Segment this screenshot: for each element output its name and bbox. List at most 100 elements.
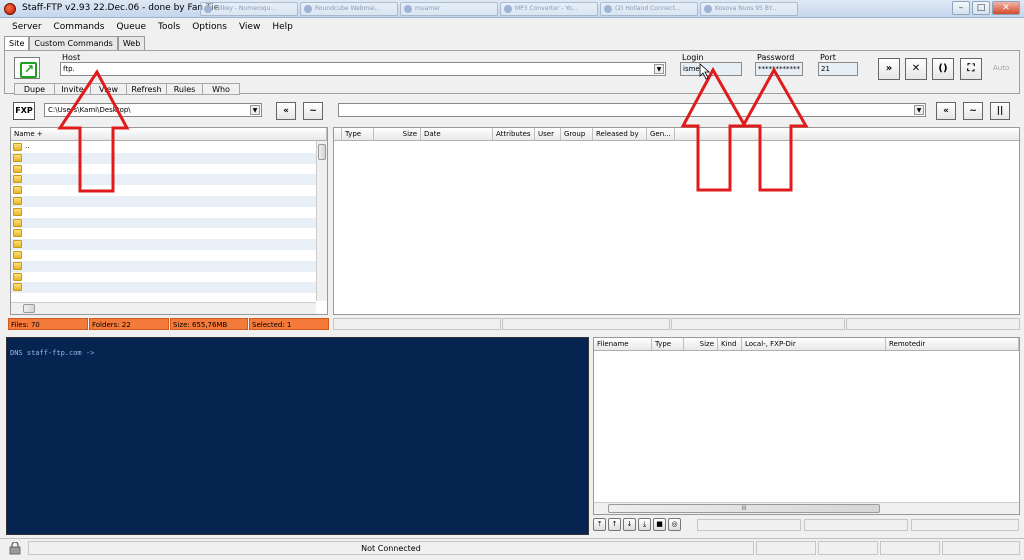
- folder-icon: [13, 164, 22, 173]
- tab-invite[interactable]: Invite: [54, 83, 90, 95]
- load-queue-icon[interactable]: ◎: [668, 518, 681, 531]
- local-path-input[interactable]: C:\Users\Kami\Desktop\ ▼: [44, 103, 262, 117]
- move-top-icon[interactable]: ⤒: [593, 518, 606, 531]
- background-tab[interactable]: muamer: [400, 2, 498, 16]
- move-down-icon[interactable]: ↓: [623, 518, 636, 531]
- host-input[interactable]: ftp. ▼: [60, 62, 666, 76]
- pause-button[interactable]: ||: [990, 102, 1010, 120]
- tab-view[interactable]: View: [90, 83, 126, 95]
- login-input[interactable]: ismet: [680, 62, 742, 76]
- reconnect-button[interactable]: (): [932, 58, 954, 80]
- column-kind[interactable]: Kind: [718, 338, 742, 350]
- local-refresh-button[interactable]: ~: [303, 102, 323, 120]
- list-item[interactable]: [11, 164, 316, 175]
- password-input[interactable]: ************: [755, 62, 803, 76]
- port-input[interactable]: 21: [818, 62, 858, 76]
- remote-status-1: [333, 318, 501, 330]
- maximize-button[interactable]: □: [972, 1, 990, 15]
- column-queue-type[interactable]: Type: [652, 338, 684, 350]
- local-sync-button[interactable]: «: [276, 102, 296, 120]
- minimize-button[interactable]: –: [952, 1, 970, 15]
- list-item[interactable]: [11, 185, 316, 196]
- menu-server[interactable]: Server: [6, 19, 48, 35]
- background-tab[interactable]: Roundcube Webmai...: [300, 2, 398, 16]
- chevron-down-icon[interactable]: ▼: [654, 64, 664, 74]
- list-item[interactable]: [11, 250, 316, 261]
- site-command-tabs: Dupe Invite View Refresh Rules Who: [14, 83, 240, 95]
- scroll-thumb[interactable]: [23, 304, 35, 313]
- menu-queue[interactable]: Queue: [110, 19, 152, 35]
- chevron-down-icon[interactable]: ▼: [914, 105, 924, 115]
- menu-tools[interactable]: Tools: [152, 19, 186, 35]
- transfer-forward-button[interactable]: »: [878, 58, 900, 80]
- tab-dupe[interactable]: Dupe: [14, 83, 54, 95]
- status-segment: [756, 541, 816, 555]
- tab-who[interactable]: Who: [202, 83, 240, 95]
- menu-view[interactable]: View: [233, 19, 266, 35]
- column-size[interactable]: Size: [374, 128, 421, 140]
- menu-help[interactable]: Help: [266, 19, 299, 35]
- local-vertical-scrollbar[interactable]: [316, 141, 327, 301]
- background-tab[interactable]: (2) Holland Connect...: [600, 2, 698, 16]
- save-queue-icon[interactable]: ■: [653, 518, 666, 531]
- auto-toggle[interactable]: Auto: [993, 64, 1009, 72]
- column-released-by[interactable]: Released by: [593, 128, 647, 140]
- fxp-button[interactable]: FXP: [13, 102, 35, 120]
- tab-web[interactable]: Web: [117, 36, 146, 50]
- folder-icon: [13, 283, 22, 292]
- column-user[interactable]: User: [535, 128, 561, 140]
- menu-options[interactable]: Options: [186, 19, 233, 35]
- fullscreen-button[interactable]: ⛶: [960, 58, 982, 80]
- scroll-thumb[interactable]: III: [608, 504, 880, 513]
- list-item[interactable]: ..: [11, 142, 316, 153]
- list-item[interactable]: [11, 217, 316, 229]
- tab-refresh[interactable]: Refresh: [126, 83, 166, 95]
- column-date[interactable]: Date: [421, 128, 493, 140]
- folder-icon: [13, 143, 22, 151]
- column-queue-size[interactable]: Size: [684, 338, 718, 350]
- tab-rules[interactable]: Rules: [166, 83, 202, 95]
- column-name[interactable]: Name +: [11, 128, 327, 140]
- list-item[interactable]: [11, 272, 316, 283]
- scroll-thumb[interactable]: [318, 144, 326, 160]
- remote-path-input[interactable]: ▼: [338, 103, 926, 117]
- remote-sync-button[interactable]: «: [936, 102, 956, 120]
- column-filename[interactable]: Filename: [594, 338, 652, 350]
- column-group[interactable]: Group: [561, 128, 593, 140]
- list-item[interactable]: [11, 174, 316, 186]
- column-attributes[interactable]: Attributes: [493, 128, 535, 140]
- list-item[interactable]: [11, 282, 316, 294]
- login-label: Login: [682, 53, 704, 62]
- remote-file-pane[interactable]: [333, 127, 1020, 315]
- menu-commands[interactable]: Commands: [48, 19, 111, 35]
- queue-horizontal-scrollbar[interactable]: III: [594, 502, 1019, 514]
- list-item[interactable]: [11, 195, 316, 207]
- tab-site[interactable]: Site: [4, 36, 30, 51]
- chevron-down-icon[interactable]: ▼: [250, 105, 260, 115]
- disconnect-button[interactable]: ✕: [905, 58, 927, 80]
- list-item[interactable]: [11, 207, 316, 218]
- remote-refresh-button[interactable]: ~: [963, 102, 983, 120]
- queue-status-2: [804, 519, 908, 531]
- local-folder-list: ..: [11, 142, 316, 294]
- close-button[interactable]: ✕: [992, 1, 1020, 15]
- column-genre[interactable]: Gen...: [647, 128, 675, 140]
- tab-custom-commands[interactable]: Custom Commands: [29, 36, 118, 50]
- list-item[interactable]: [11, 152, 316, 164]
- list-item[interactable]: [11, 239, 316, 250]
- move-bottom-icon[interactable]: ⤓: [638, 518, 651, 531]
- local-horizontal-scrollbar[interactable]: [11, 302, 316, 314]
- parent-dir-label: ..: [25, 142, 30, 150]
- queue-pane[interactable]: [593, 337, 1020, 515]
- column-local-fxp-dir[interactable]: Local-, FXP-Dir: [742, 338, 886, 350]
- background-tab[interactable]: Bilkey - Numeroqu...: [200, 2, 298, 16]
- list-item[interactable]: [11, 228, 316, 239]
- connect-button[interactable]: ↗: [14, 57, 40, 79]
- background-tab[interactable]: Kosova Nuos 95 BY...: [700, 2, 798, 16]
- background-tab[interactable]: MP3 Converter - Yo...: [500, 2, 598, 16]
- column-type[interactable]: Type: [342, 128, 374, 140]
- move-up-icon[interactable]: ↑: [608, 518, 621, 531]
- list-item[interactable]: [11, 260, 316, 272]
- log-console[interactable]: DNS staff-ftp.com ->: [6, 337, 589, 535]
- column-remotedir[interactable]: Remotedir: [886, 338, 1019, 350]
